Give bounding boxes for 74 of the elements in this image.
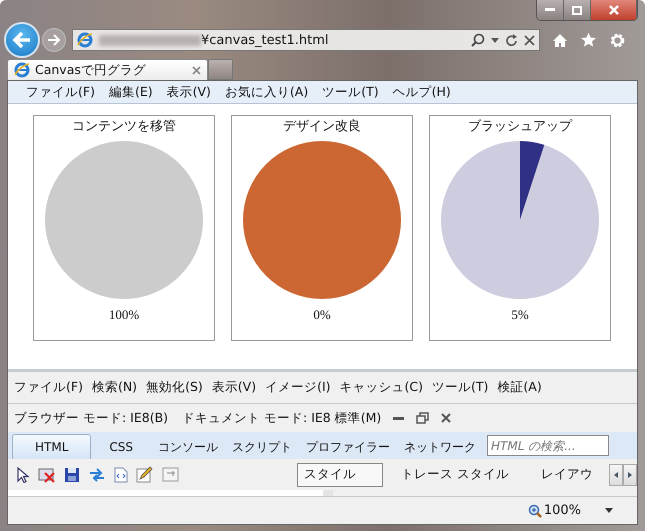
menu-item[interactable]: 表示(V): [166, 84, 211, 100]
search-field[interactable]: HTML の検索...: [487, 435, 610, 456]
menu-item[interactable]: 検証(A): [497, 379, 542, 396]
devtools-tab[interactable]: ネットワーク: [397, 435, 484, 459]
stop-icon[interactable]: [524, 34, 535, 46]
devtools-tab[interactable]: スクリプト: [225, 435, 300, 459]
back-button[interactable]: [4, 22, 40, 58]
restore-icon[interactable]: [416, 412, 430, 424]
tab-title: Canvasで円グラグ: [35, 62, 147, 78]
right-arrow-icon: [628, 472, 632, 478]
browser-tab[interactable]: Canvasで円グラグ: [7, 59, 208, 80]
settings-icon[interactable]: [609, 32, 626, 48]
minimize-icon: [545, 8, 555, 12]
scroll-left-button[interactable]: [609, 464, 623, 486]
minimize-icon[interactable]: [393, 416, 404, 420]
maximize-button[interactable]: [564, 0, 591, 20]
dropdown-icon[interactable]: [605, 508, 613, 513]
panel-tab[interactable]: スタイル: [297, 462, 384, 486]
panel-tab[interactable]: トレース スタイル: [385, 466, 525, 483]
back-arrow-icon: [12, 31, 32, 49]
percent-label: 100%: [108, 307, 140, 323]
menu-item[interactable]: キャッシュ(C): [340, 379, 424, 396]
menu-item[interactable]: ヘルプ(H): [392, 84, 451, 100]
browser-mode-menu[interactable]: ブラウザー モード: IE8(B): [14, 410, 168, 426]
left-arrow-icon: [614, 472, 618, 478]
chart-title: デザイン改良: [283, 118, 361, 135]
zoom-control[interactable]: 100%: [528, 503, 581, 518]
page-icon: [77, 32, 93, 48]
menu-item[interactable]: イメージ(I): [265, 379, 331, 396]
home-icon[interactable]: [552, 32, 568, 48]
address-bar[interactable]: ¥canvas_test1.html: [72, 29, 540, 51]
devtools-tab[interactable]: CSS: [91, 435, 152, 459]
document-icon[interactable]: [114, 466, 128, 482]
clear-icon[interactable]: [38, 466, 56, 482]
panel-tab[interactable]: レイアウ: [525, 466, 609, 483]
percent-label: 0%: [313, 307, 331, 323]
chart-title: コンテンツを移管: [72, 118, 176, 135]
devtools-tab[interactable]: プロファイラー: [299, 435, 398, 459]
forward-arrow-icon: [47, 34, 61, 46]
close-button[interactable]: [591, 0, 637, 20]
zoom-level: 100%: [544, 503, 581, 518]
window-icon[interactable]: [162, 467, 179, 482]
save-icon[interactable]: [64, 466, 80, 482]
arrows-icon[interactable]: [88, 466, 106, 482]
magnifier-icon: [528, 504, 542, 518]
page-icon: [14, 62, 30, 78]
pointer-icon[interactable]: [16, 466, 30, 482]
minimize-button[interactable]: [537, 0, 564, 20]
menu-item[interactable]: 検索(N): [92, 379, 138, 396]
chart-title: ブラッシュアップ: [468, 118, 572, 135]
refresh-icon[interactable]: [505, 34, 518, 46]
url-text: ¥canvas_test1.html: [201, 32, 329, 48]
menu-item[interactable]: 編集(E): [108, 84, 153, 100]
scroll-right-button[interactable]: [623, 464, 637, 486]
menu-item[interactable]: お気に入り(A): [224, 84, 308, 100]
document-mode-menu[interactable]: ドキュメント モード: IE8 標準(M): [182, 410, 382, 426]
menu-item[interactable]: 表示(V): [212, 379, 256, 396]
menu-item[interactable]: ツール(T): [432, 379, 488, 396]
devtools-tab[interactable]: HTML: [12, 434, 92, 459]
dropdown-icon[interactable]: [491, 38, 499, 42]
menu-item[interactable]: ツール(T): [322, 84, 379, 100]
devtools-tab[interactable]: コンソール: [151, 435, 226, 459]
percent-label: 5%: [511, 307, 529, 323]
close-icon[interactable]: [192, 66, 201, 74]
close-icon[interactable]: [441, 413, 452, 423]
menu-item[interactable]: ファイル(F): [26, 84, 95, 100]
menu-item[interactable]: 無効化(S): [146, 379, 203, 396]
star-icon[interactable]: [580, 32, 597, 48]
close-icon: [608, 5, 618, 15]
maximize-icon: [572, 6, 582, 14]
menu-item[interactable]: ファイル(F): [14, 379, 83, 396]
pencil-icon[interactable]: [136, 466, 154, 483]
forward-button[interactable]: [42, 28, 66, 52]
search-icon[interactable]: [471, 33, 485, 47]
